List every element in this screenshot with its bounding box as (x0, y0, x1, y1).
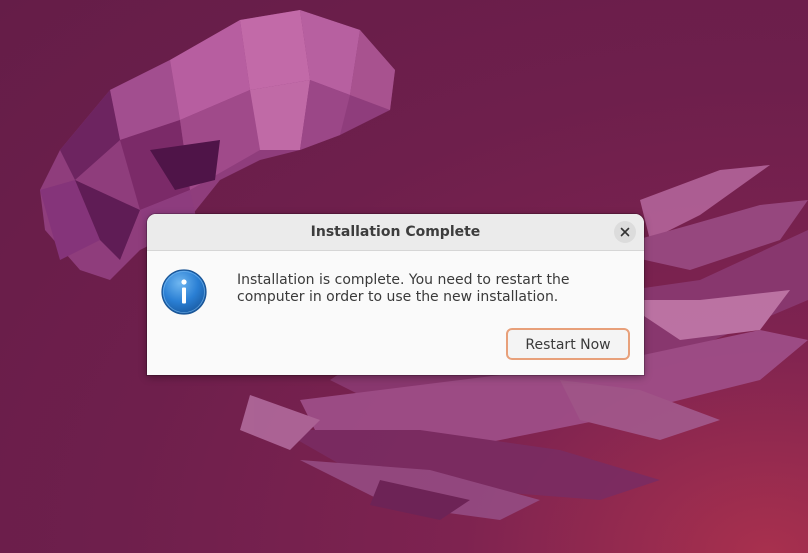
installation-complete-dialog: Installation Complete Installation is co… (147, 214, 644, 375)
close-button[interactable] (614, 221, 636, 243)
info-icon (161, 269, 207, 315)
desktop-wallpaper: Installation Complete Installation is co… (0, 0, 808, 553)
dialog-titlebar[interactable]: Installation Complete (147, 214, 644, 251)
dialog-message: Installation is complete. You need to re… (237, 272, 570, 305)
dialog-title: Installation Complete (310, 224, 481, 240)
close-icon (620, 227, 630, 237)
restart-now-button[interactable]: Restart Now (506, 328, 630, 360)
